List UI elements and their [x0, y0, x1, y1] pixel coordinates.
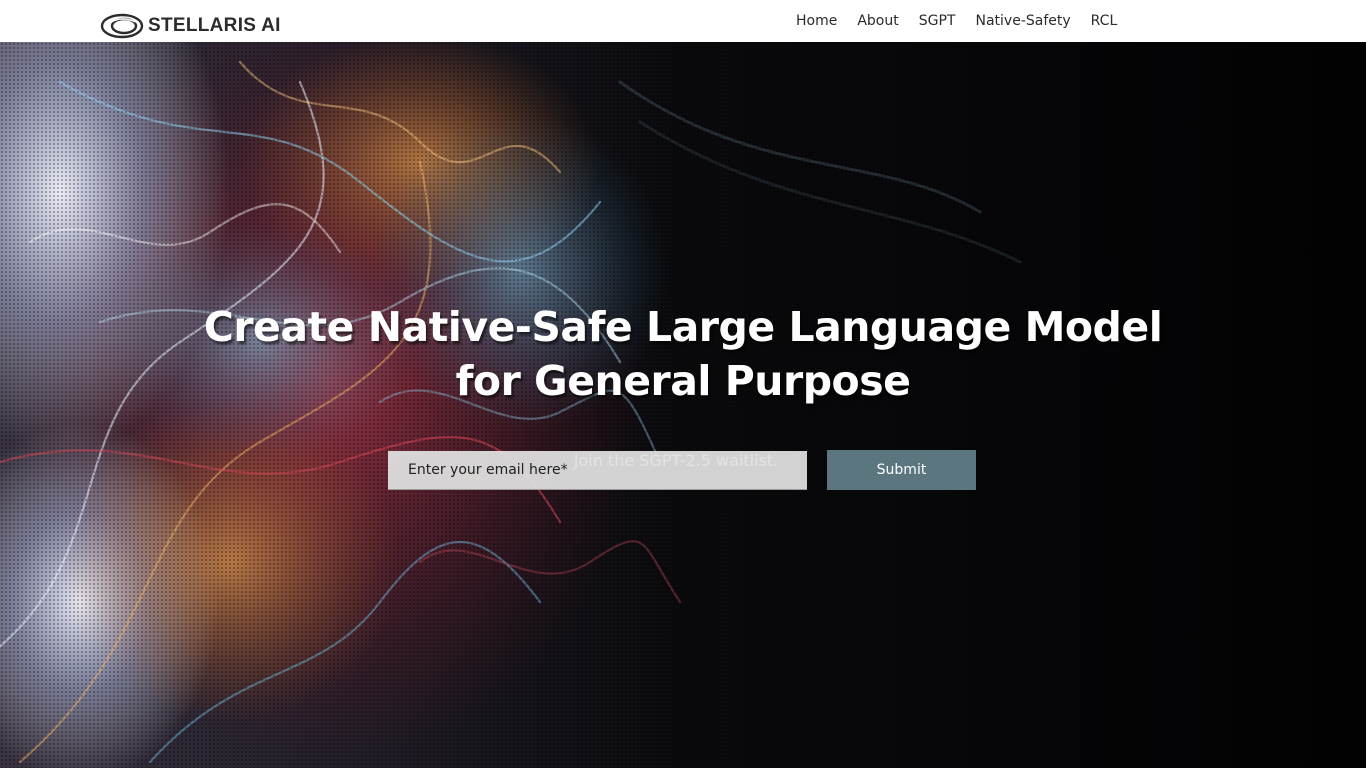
- nav-item-sgpt[interactable]: SGPT: [909, 0, 966, 42]
- submit-button[interactable]: Submit: [827, 450, 976, 490]
- nav-item-home[interactable]: Home: [786, 0, 847, 42]
- logo[interactable]: STELLARIS AI: [100, 11, 281, 41]
- hero-headline: Create Native-Safe Large Language Model …: [203, 303, 1163, 405]
- nav-item-rcl[interactable]: RCL: [1081, 0, 1128, 42]
- logo-mark-icon: [100, 13, 144, 39]
- email-field[interactable]: [388, 451, 807, 490]
- nav-item-about[interactable]: About: [847, 0, 908, 42]
- nav-item-native-safety[interactable]: Native-Safety: [965, 0, 1080, 42]
- logo-text: STELLARIS AI: [148, 15, 281, 36]
- site-header: STELLARIS AI Home About SGPT Native-Safe…: [0, 0, 1366, 42]
- hero-section: Create Native-Safe Large Language Model …: [0, 42, 1366, 768]
- main-nav: Home About SGPT Native-Safety RCL: [786, 0, 1127, 42]
